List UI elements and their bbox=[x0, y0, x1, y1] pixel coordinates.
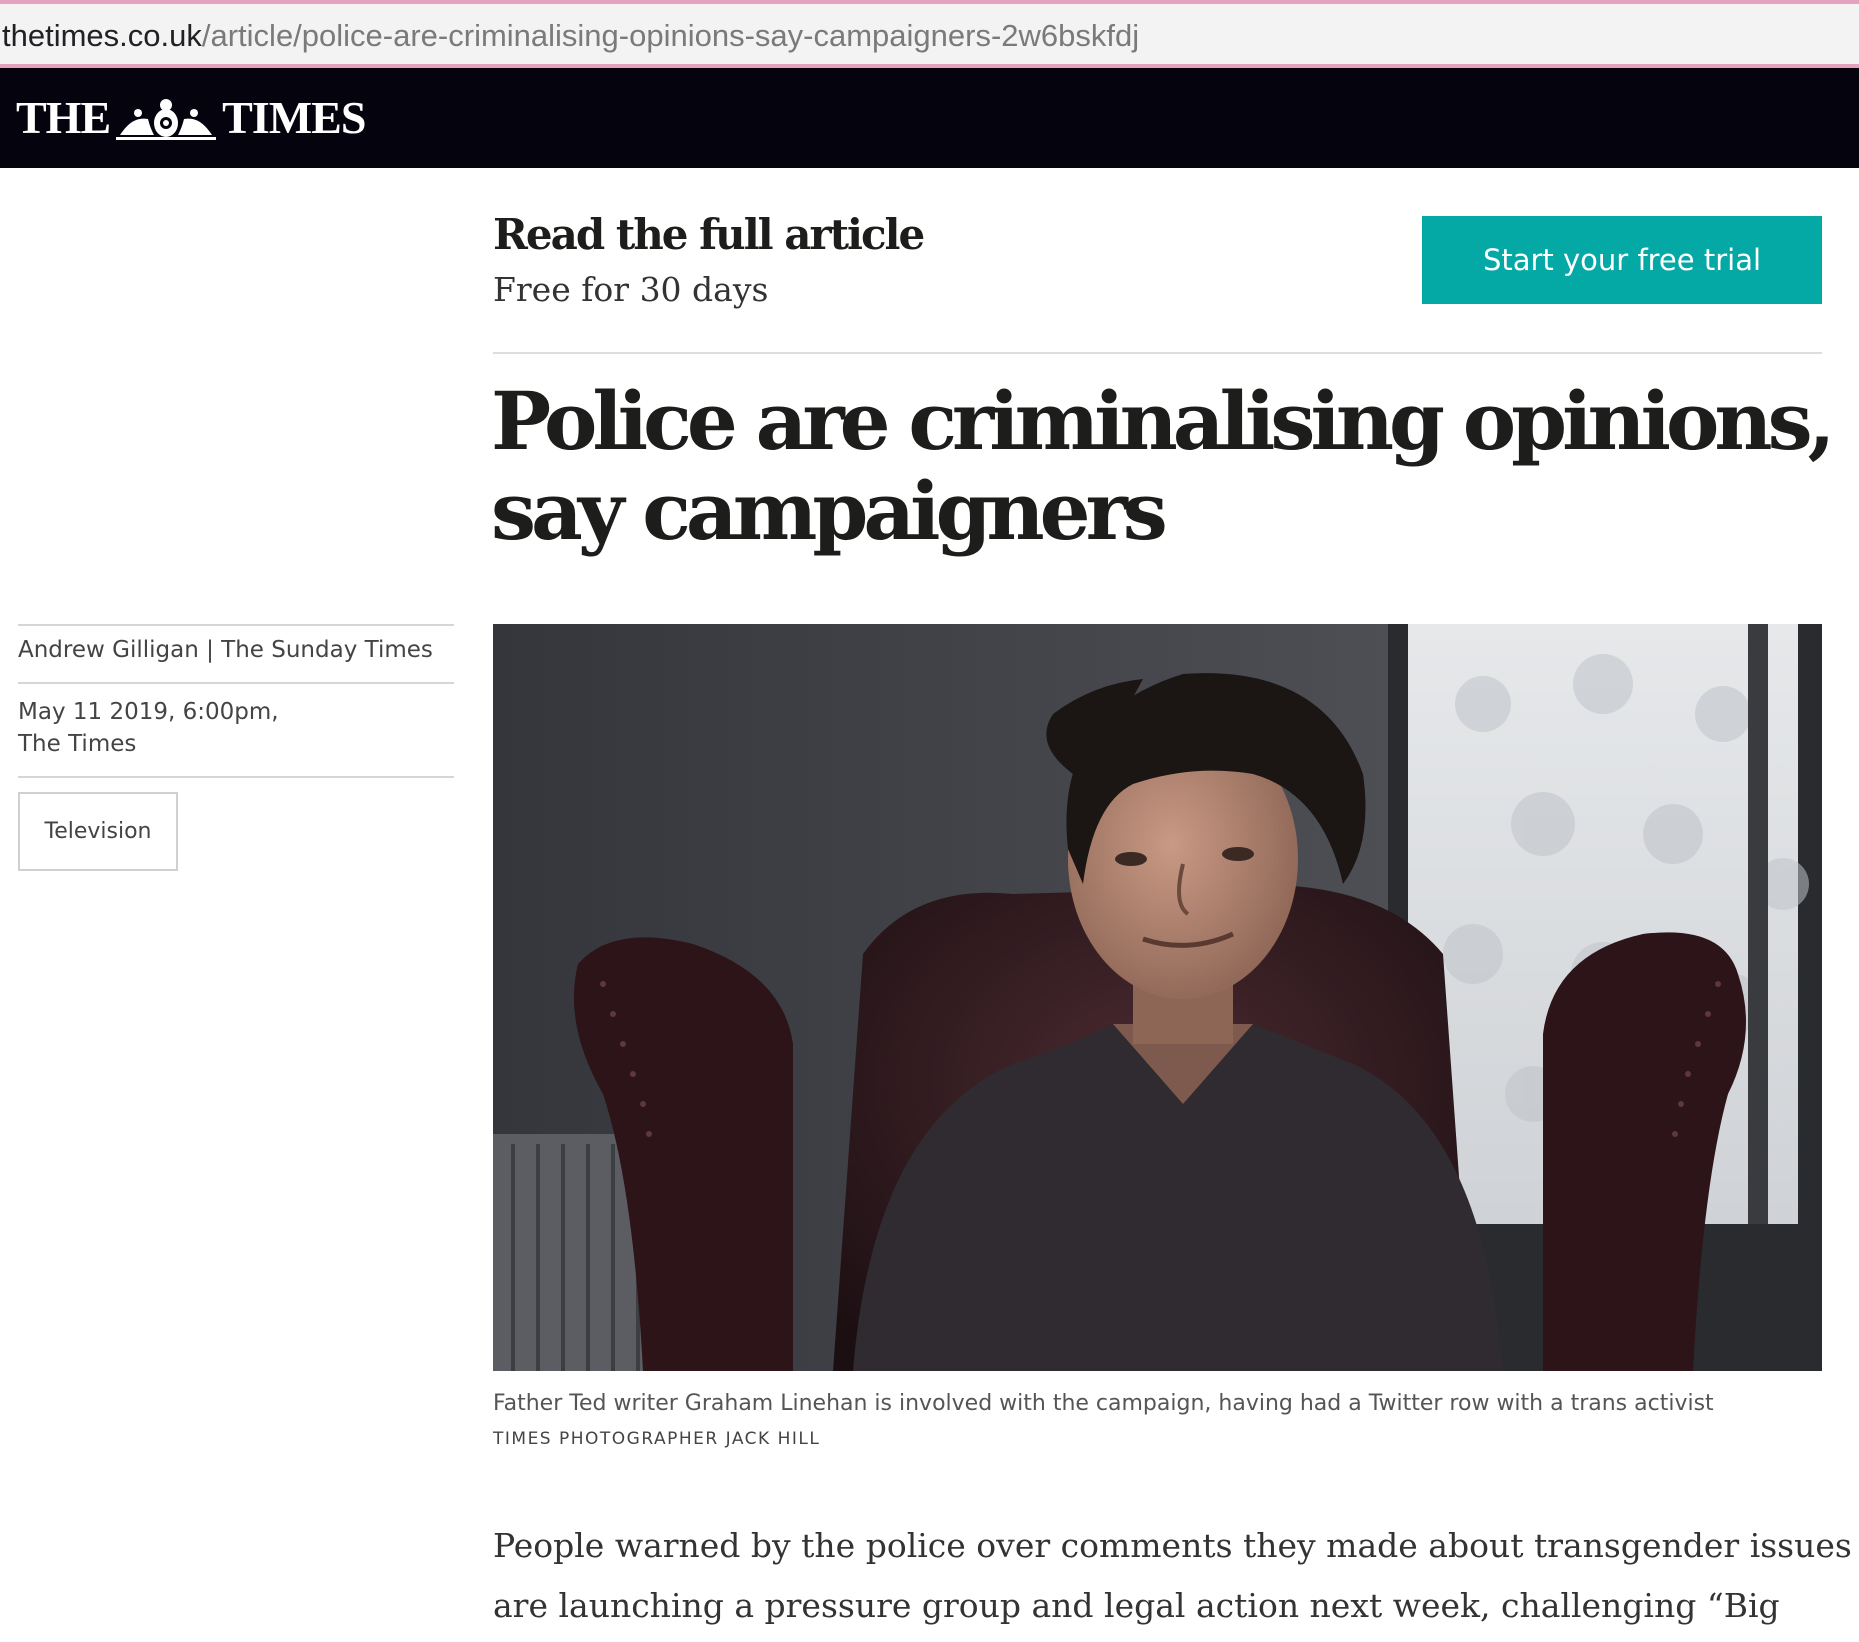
topic-tag-television[interactable]: Television bbox=[18, 792, 178, 871]
url-text[interactable]: thetimes.co.uk/article/police-are-crimin… bbox=[2, 16, 1139, 56]
photo-caption: Father Ted writer Graham Linehan is invo… bbox=[493, 1391, 1714, 1416]
article-byline[interactable]: Andrew Gilligan | The Sunday Times bbox=[18, 632, 433, 668]
promo-title: Read the full article bbox=[493, 210, 925, 259]
url-path: /article/police-are-criminalising-opinio… bbox=[201, 18, 1140, 53]
publication-name: The Times bbox=[18, 731, 137, 757]
royal-crest-icon bbox=[116, 99, 217, 140]
start-free-trial-button[interactable]: Start your free trial bbox=[1422, 216, 1822, 304]
article-headline: Police are criminalising opinions, say c… bbox=[491, 374, 1835, 558]
sidebar-divider bbox=[18, 624, 454, 626]
the-times-logo[interactable]: THE TIMES bbox=[16, 88, 366, 148]
body-line: are launching a pressure group and legal… bbox=[493, 1586, 1780, 1625]
logo-word-right: TIMES bbox=[222, 92, 366, 143]
promo-subtitle: Free for 30 days bbox=[493, 270, 769, 309]
article-dateline: May 11 2019, 6:00pm, The Times bbox=[18, 696, 279, 760]
url-host: thetimes.co.uk bbox=[2, 18, 202, 53]
address-bar[interactable]: thetimes.co.uk/article/police-are-crimin… bbox=[0, 0, 1859, 68]
masthead: THE TIMES bbox=[0, 68, 1859, 168]
publish-date: May 11 2019, 6:00pm, bbox=[18, 699, 279, 725]
sidebar-divider bbox=[18, 776, 454, 778]
article-photo bbox=[493, 624, 1822, 1371]
promo-divider bbox=[493, 352, 1822, 354]
sidebar-divider bbox=[18, 682, 454, 684]
article-body: People warned by the police over comment… bbox=[493, 1516, 1852, 1636]
logo-word-left: THE bbox=[16, 92, 111, 143]
body-line: People warned by the police over comment… bbox=[493, 1526, 1852, 1565]
photo-credit: TIMES PHOTOGRAPHER JACK HILL bbox=[493, 1429, 821, 1449]
